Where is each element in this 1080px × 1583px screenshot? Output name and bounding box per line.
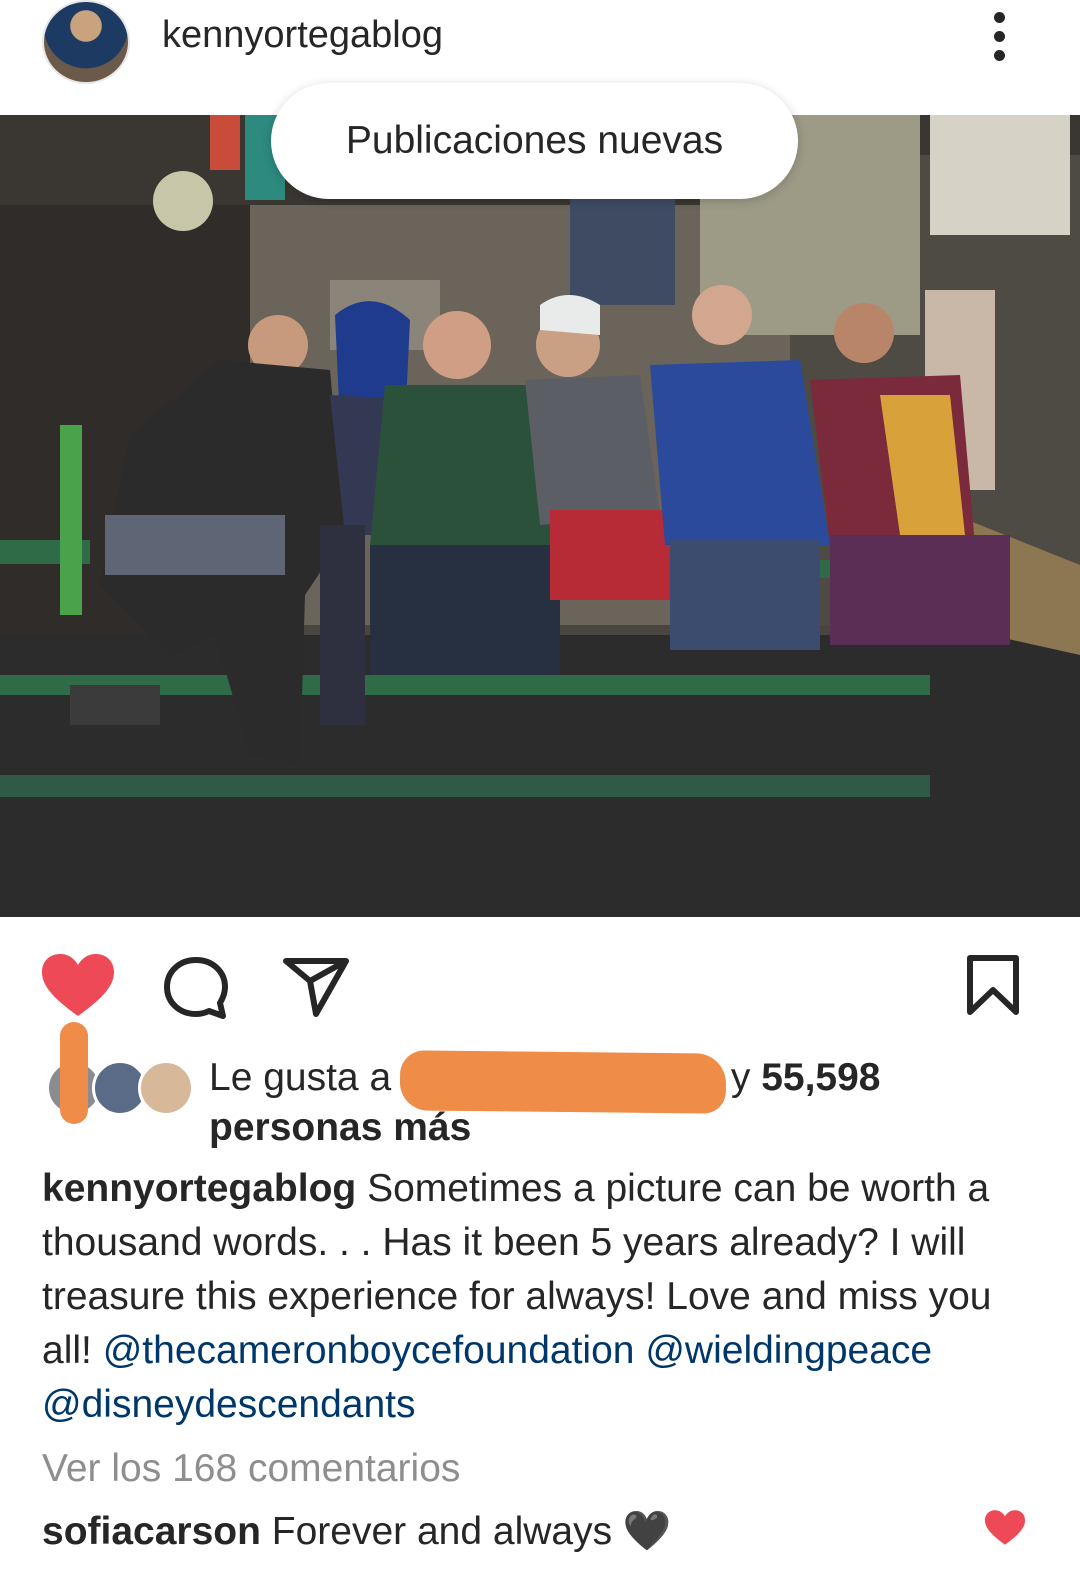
mention-link[interactable]: @wieldingpeace — [645, 1329, 932, 1372]
like-heart-icon[interactable] — [42, 954, 114, 1018]
top-comment: sofiacarson Forever and always 🖤 — [42, 1508, 671, 1554]
profile-avatar[interactable] — [42, 0, 130, 84]
new-posts-pill[interactable]: Publicaciones nuevas — [271, 83, 798, 199]
view-all-comments-link[interactable]: Ver los 168 comentarios — [42, 1447, 460, 1491]
share-icon[interactable] — [282, 956, 350, 1018]
mention-link[interactable]: @disneydescendants — [42, 1383, 416, 1426]
likes-suffix: personas más — [209, 1106, 472, 1149]
caption-username[interactable]: kennyortegablog — [42, 1167, 356, 1210]
mention-link[interactable]: @thecameronboycefoundation — [103, 1329, 635, 1372]
post-username[interactable]: kennyortegablog — [162, 14, 443, 57]
redaction-mark — [399, 1050, 727, 1114]
likes-connector: y — [730, 1056, 751, 1099]
post-photo[interactable] — [0, 115, 1080, 917]
post-caption: kennyortegablog Sometimes a picture can … — [42, 1162, 1042, 1432]
post-photo-illustration — [0, 115, 1080, 917]
likes-count: 55,598 — [761, 1056, 881, 1099]
more-options-icon[interactable] — [984, 12, 1014, 70]
comment-text: Forever and always 🖤 — [271, 1510, 672, 1553]
save-bookmark-icon[interactable] — [966, 954, 1020, 1016]
comment-icon[interactable] — [163, 956, 229, 1020]
action-bar — [0, 940, 1080, 1030]
comment-username[interactable]: sofiacarson — [42, 1510, 261, 1553]
likes-prefix: Le gusta a — [209, 1056, 392, 1099]
comment-like-heart-icon[interactable] — [985, 1510, 1025, 1546]
redaction-mark — [60, 1022, 88, 1124]
liker-avatar[interactable] — [138, 1060, 194, 1116]
